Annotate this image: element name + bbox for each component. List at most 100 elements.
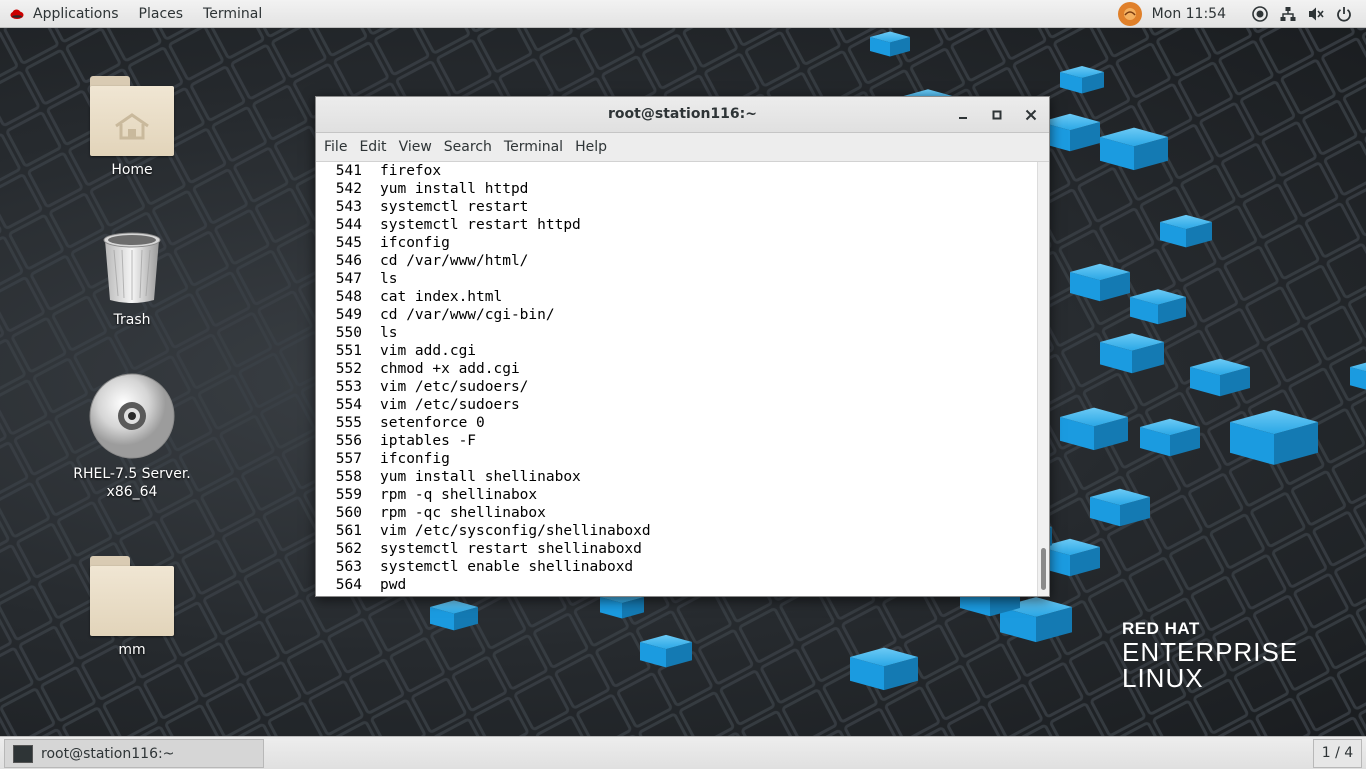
terminal-line: 552 chmod +x add.cgi xyxy=(316,360,1038,378)
maximize-icon xyxy=(992,110,1002,119)
clock[interactable]: Mon 11:54 xyxy=(1152,6,1226,22)
history-number: 552 xyxy=(335,361,362,377)
terminal-line: 563 systemctl enable shellinaboxd xyxy=(316,558,1038,576)
history-command: firefox xyxy=(380,163,442,179)
terminal-line: 561 vim /etc/sysconfig/shellinaboxd xyxy=(316,522,1038,540)
desktop-icon-trash[interactable]: Trash xyxy=(72,230,192,328)
terminal-line: 560 rpm -qc shellinabox xyxy=(316,504,1038,522)
history-number: 545 xyxy=(335,235,362,251)
menu-help[interactable]: Help xyxy=(569,139,613,155)
desktop-icon-home[interactable]: Home xyxy=(72,76,192,178)
history-number: 561 xyxy=(335,523,362,539)
terminal-line: 556 iptables -F xyxy=(316,432,1038,450)
history-number: 556 xyxy=(335,433,362,449)
redhat-logo-icon xyxy=(10,9,24,19)
history-command: ifconfig xyxy=(380,451,450,467)
terminal-line: 543 systemctl restart xyxy=(316,198,1038,216)
history-number: 553 xyxy=(335,379,362,395)
menu-edit[interactable]: Edit xyxy=(353,139,392,155)
history-number: 560 xyxy=(335,505,362,521)
desktop-icon-label: Home xyxy=(111,162,153,178)
accessibility-icon[interactable] xyxy=(1252,5,1268,22)
redhat-enterprise-linux-logo: RED HAT ENTERPRISE LINUX xyxy=(1122,619,1298,691)
history-command: yum install shellinabox xyxy=(380,469,581,485)
terminal-line: 549 cd /var/www/cgi-bin/ xyxy=(316,306,1038,324)
history-number: 543 xyxy=(335,199,362,215)
history-number: 546 xyxy=(335,253,362,269)
history-number: 549 xyxy=(335,307,362,323)
history-command: rpm -qc shellinabox xyxy=(380,505,546,521)
maximize-button[interactable] xyxy=(980,97,1014,132)
applications-label: Applications xyxy=(33,5,119,22)
applications-menu[interactable]: Applications xyxy=(0,0,129,27)
terminal-line: 551 vim add.cgi xyxy=(316,342,1038,360)
menu-view[interactable]: View xyxy=(393,139,438,155)
menu-search[interactable]: Search xyxy=(438,139,498,155)
window-title: root@station116:~ xyxy=(608,106,757,122)
volume-muted-icon[interactable] xyxy=(1308,6,1324,22)
history-command: vim /etc/sudoers xyxy=(380,397,520,413)
close-icon xyxy=(1025,109,1037,120)
desktop-icon-label: RHEL-7.5 Server. xyxy=(73,466,191,482)
terminal-line: 562 systemctl restart shellinaboxd xyxy=(316,540,1038,558)
menu-terminal[interactable]: Terminal xyxy=(498,139,569,155)
history-command: cat index.html xyxy=(380,289,503,305)
terminal-app-label: Terminal xyxy=(203,5,263,22)
desktop-icon-mm[interactable]: mm xyxy=(72,556,192,658)
history-command: chmod +x add.cgi xyxy=(380,361,520,377)
terminal-line: 542 yum install httpd xyxy=(316,180,1038,198)
history-command: ls xyxy=(380,271,398,287)
taskbar-window-item[interactable]: root@station116:~ xyxy=(4,739,264,768)
window-menubar: File Edit View Search Terminal Help xyxy=(316,133,1049,162)
terminal-line: 545 ifconfig xyxy=(316,234,1038,252)
folder-icon xyxy=(90,556,174,636)
history-number: 563 xyxy=(335,559,362,575)
scrollbar-thumb[interactable] xyxy=(1041,548,1046,590)
history-command: rpm -q shellinabox xyxy=(380,487,538,503)
history-command: cd /var/www/html/ xyxy=(380,253,529,269)
history-command: vim /etc/sysconfig/shellinaboxd xyxy=(380,523,651,539)
terminal-output[interactable]: 541 firefox 542 yum install httpd 543 systemc… xyxy=(316,162,1038,596)
network-icon[interactable] xyxy=(1280,6,1296,22)
history-command: systemctl restart xyxy=(380,199,529,215)
terminal-line: 554 vim /etc/sudoers xyxy=(316,396,1038,414)
places-label: Places xyxy=(138,5,184,22)
terminal-line: 546 cd /var/www/html/ xyxy=(316,252,1038,270)
history-number: 548 xyxy=(335,289,362,305)
history-number: 551 xyxy=(335,343,362,359)
history-number: 564 xyxy=(335,577,362,593)
top-panel: Applications Places Terminal Mon 11:54 xyxy=(0,0,1366,28)
terminal-line: 564 pwd xyxy=(316,576,1038,594)
terminal-scrollbar[interactable] xyxy=(1037,162,1049,596)
trash-icon xyxy=(103,232,161,303)
terminal-app-menu[interactable]: Terminal xyxy=(193,0,272,27)
history-command: pwd xyxy=(380,577,407,593)
window-titlebar[interactable]: root@station116:~ xyxy=(316,97,1049,133)
workspace-switcher[interactable]: 1 / 4 xyxy=(1313,739,1362,768)
terminal-window[interactable]: root@station116:~ File Edit View Search … xyxy=(315,96,1050,597)
terminal-line: 544 systemctl restart httpd xyxy=(316,216,1038,234)
history-number: 558 xyxy=(335,469,362,485)
terminal-line: 558 yum install shellinabox xyxy=(316,468,1038,486)
terminal-line: 547 ls xyxy=(316,270,1038,288)
terminal-line: 557 ifconfig xyxy=(316,450,1038,468)
history-number: 542 xyxy=(335,181,362,197)
menu-file[interactable]: File xyxy=(318,139,353,155)
history-command: ls xyxy=(380,325,398,341)
places-menu[interactable]: Places xyxy=(129,0,194,27)
terminal-icon xyxy=(13,744,33,763)
history-number: 555 xyxy=(335,415,362,431)
desktop-icon-rhel-disc[interactable]: RHEL-7.5 Server. x86_64 xyxy=(72,372,192,500)
history-command: systemctl enable shellinaboxd xyxy=(380,559,634,575)
desktop-icon-label-line2: x86_64 xyxy=(106,484,158,500)
history-command: systemctl restart shellinaboxd xyxy=(380,541,642,557)
history-command: yum install httpd xyxy=(380,181,529,197)
power-icon[interactable] xyxy=(1336,6,1352,22)
close-button[interactable] xyxy=(1014,97,1048,132)
history-command: vim add.cgi xyxy=(380,343,477,359)
history-number: 547 xyxy=(335,271,362,287)
brand-line-2: ENTERPRISE xyxy=(1122,637,1299,667)
history-command: cd /var/www/cgi-bin/ xyxy=(380,307,555,323)
minimize-button[interactable] xyxy=(946,97,980,132)
user-avatar-icon[interactable] xyxy=(1117,1,1142,26)
